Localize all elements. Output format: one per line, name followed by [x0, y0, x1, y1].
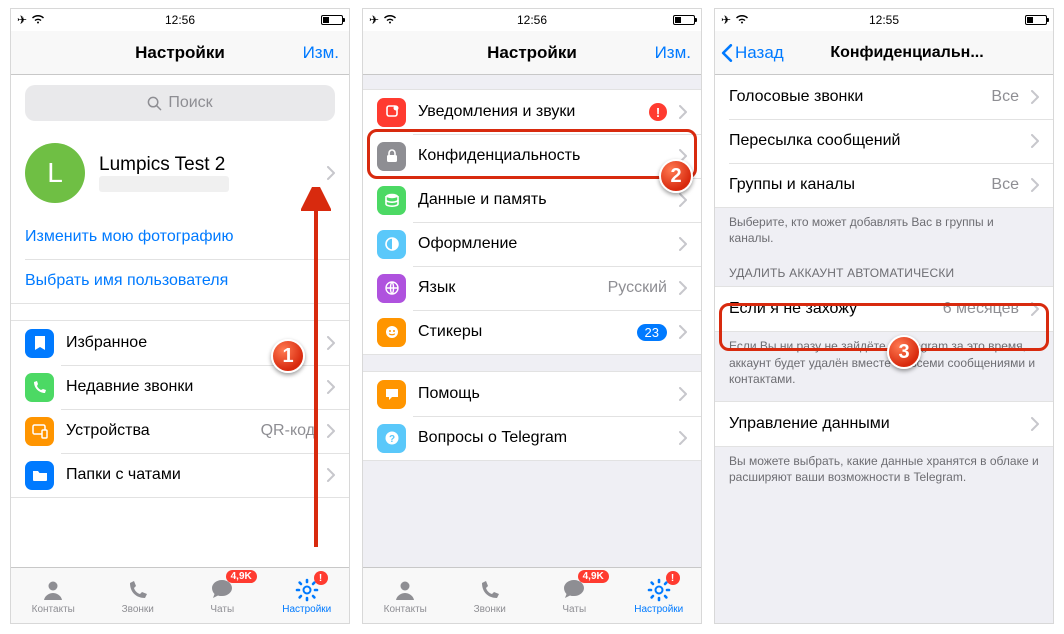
- status-bar: ✈︎ 12:56: [11, 9, 349, 31]
- battery-icon: [321, 15, 343, 25]
- settings-content[interactable]: Уведомления и звуки ! Конфиденциальность…: [363, 75, 701, 567]
- stickers-row[interactable]: Стикеры 23: [363, 310, 701, 354]
- edit-button[interactable]: Изм.: [655, 43, 691, 63]
- devices-row[interactable]: Устройства QR-код: [11, 409, 349, 453]
- groups-channels-row[interactable]: Группы и каналы Все: [715, 163, 1053, 207]
- data-management-row[interactable]: Управление данными: [715, 402, 1053, 446]
- tab-settings[interactable]: ! Настройки: [265, 568, 350, 623]
- if-away-row[interactable]: Если я не захожу 6 месяцев: [715, 287, 1053, 331]
- settings-content[interactable]: Поиск L Lumpics Test 2 Изменить мою фото…: [11, 75, 349, 567]
- devices-icon: [25, 417, 54, 446]
- faq-row[interactable]: ? Вопросы о Telegram: [363, 416, 701, 460]
- voice-calls-row[interactable]: Голосовые звонки Все: [715, 75, 1053, 119]
- chevron-icon: [1031, 417, 1039, 431]
- delete-footer: Если Вы ни разу не зайдёте в Telegram за…: [715, 332, 1053, 401]
- tab-bar: Контакты Звонки 4,9K Чаты ! Настройки: [11, 567, 349, 623]
- chevron-icon: [1031, 90, 1039, 104]
- sticker-icon: [377, 318, 406, 347]
- status-bar: ✈︎ 12:55: [715, 9, 1053, 31]
- notifications-row[interactable]: Уведомления и звуки !: [363, 90, 701, 134]
- chevron-icon: [327, 166, 335, 180]
- phone-icon: [25, 373, 54, 402]
- battery-icon: [1025, 15, 1047, 25]
- chats-badge: 4,9K: [226, 570, 257, 583]
- folder-icon: [25, 461, 54, 490]
- annotation-badge-1: 1: [271, 339, 305, 373]
- tab-calls[interactable]: Звонки: [448, 568, 533, 623]
- tab-chats[interactable]: 4,9K Чаты: [532, 568, 617, 623]
- nav-header: Настройки Изм.: [11, 31, 349, 75]
- profile-row[interactable]: L Lumpics Test 2: [11, 131, 349, 215]
- data-footer: Вы можете выбрать, какие данные хранятся…: [715, 447, 1053, 499]
- annotation-badge-3: 3: [887, 335, 921, 369]
- svg-text:?: ?: [388, 434, 394, 445]
- nav-header: Настройки Изм.: [363, 31, 701, 75]
- status-time: 12:56: [11, 13, 349, 27]
- avatar: L: [25, 143, 85, 203]
- settings-alert-icon: !: [314, 571, 328, 585]
- privacy-content[interactable]: Голосовые звонки Все Пересылка сообщений…: [715, 75, 1053, 623]
- appearance-icon: [377, 230, 406, 259]
- groups-footer: Выберите, кто может добавлять Вас в груп…: [715, 208, 1053, 260]
- back-button[interactable]: Назад: [721, 43, 784, 63]
- bell-icon: [377, 98, 406, 127]
- tab-contacts[interactable]: Контакты: [11, 568, 96, 623]
- profile-subtitle: [99, 176, 229, 192]
- settings-alert-icon: !: [666, 571, 680, 585]
- nav-title: Настройки: [487, 43, 577, 63]
- tab-bar: Контакты Звонки 4,9K Чаты ! Настройки: [363, 567, 701, 623]
- privacy-row[interactable]: Конфиденциальность: [363, 134, 701, 178]
- chevron-icon: [1031, 178, 1039, 192]
- choose-username-link[interactable]: Выбрать имя пользователя: [11, 259, 349, 303]
- nav-title: Конфиденциальн...: [784, 44, 983, 62]
- recent-calls-row[interactable]: Недавние звонки: [11, 365, 349, 409]
- battery-icon: [673, 15, 695, 25]
- delete-section-header: УДАЛИТЬ АККАУНТ АВТОМАТИЧЕСКИ: [715, 260, 1053, 286]
- stickers-badge: 23: [637, 324, 667, 341]
- tab-chats[interactable]: 4,9K Чаты: [180, 568, 265, 623]
- chevron-icon: [679, 281, 687, 295]
- annotation-arrow: [301, 187, 331, 557]
- chevron-icon: [679, 325, 687, 339]
- nav-header: Назад Конфиденциальн...: [715, 31, 1053, 75]
- tab-contacts[interactable]: Контакты: [363, 568, 448, 623]
- chats-badge: 4,9K: [578, 570, 609, 583]
- status-time: 12:56: [363, 13, 701, 27]
- chevron-icon: [679, 237, 687, 251]
- nav-title: Настройки: [135, 43, 225, 63]
- alert-icon: !: [649, 103, 667, 121]
- forwarding-row[interactable]: Пересылка сообщений: [715, 119, 1053, 163]
- tab-calls[interactable]: Звонки: [96, 568, 181, 623]
- help-row[interactable]: Помощь: [363, 372, 701, 416]
- appearance-row[interactable]: Оформление: [363, 222, 701, 266]
- change-photo-link[interactable]: Изменить мою фотографию: [11, 215, 349, 259]
- tab-settings[interactable]: ! Настройки: [617, 568, 702, 623]
- chevron-icon: [679, 193, 687, 207]
- search-input[interactable]: Поиск: [25, 85, 335, 121]
- status-time: 12:55: [715, 13, 1053, 27]
- help-icon: [377, 380, 406, 409]
- bookmark-icon: [25, 329, 54, 358]
- question-icon: ?: [377, 424, 406, 453]
- chevron-icon: [1031, 302, 1039, 316]
- chat-folders-row[interactable]: Папки с чатами: [11, 453, 349, 497]
- edit-button[interactable]: Изм.: [303, 43, 339, 63]
- chevron-icon: [679, 431, 687, 445]
- language-row[interactable]: Язык Русский: [363, 266, 701, 310]
- globe-icon: [377, 274, 406, 303]
- chevron-icon: [1031, 134, 1039, 148]
- chevron-icon: [679, 105, 687, 119]
- search-placeholder: Поиск: [168, 94, 212, 112]
- language-value: Русский: [608, 279, 667, 297]
- phone-screen-1: ✈︎ 12:56 Настройки Изм. Поиск L Lumpics …: [10, 8, 350, 624]
- data-storage-row[interactable]: Данные и память: [363, 178, 701, 222]
- chevron-icon: [679, 387, 687, 401]
- status-bar: ✈︎ 12:56: [363, 9, 701, 31]
- lock-icon: [377, 142, 406, 171]
- profile-name: Lumpics Test 2: [99, 154, 229, 176]
- database-icon: [377, 186, 406, 215]
- phone-screen-3: ✈︎ 12:55 Назад Конфиденциальн... Голосов…: [714, 8, 1054, 624]
- phone-screen-2: ✈︎ 12:56 Настройки Изм. Уведомления и зв…: [362, 8, 702, 624]
- annotation-badge-2: 2: [659, 159, 693, 193]
